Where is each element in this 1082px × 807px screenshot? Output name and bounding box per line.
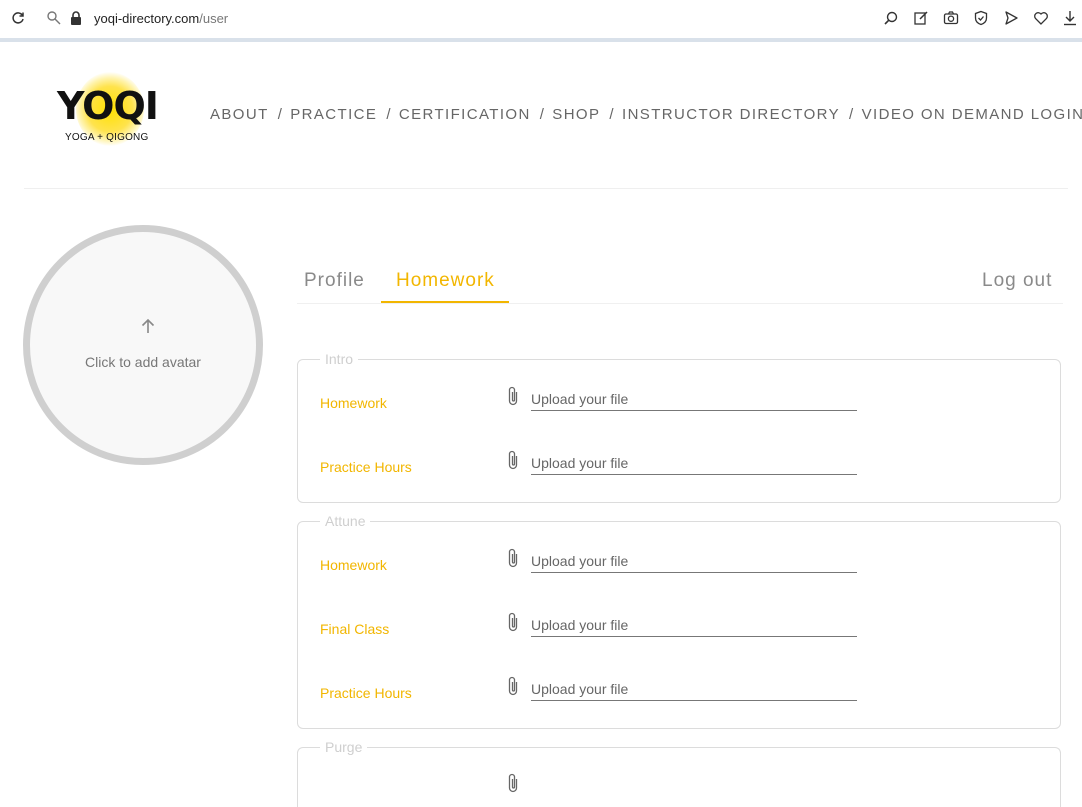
tab-profile[interactable]: Profile bbox=[304, 270, 365, 292]
avatar-label: Click to add avatar bbox=[85, 354, 201, 370]
file-upload-input[interactable] bbox=[531, 387, 857, 411]
nav-separator: / bbox=[539, 106, 546, 123]
address-bar[interactable]: yoqi-directory.com/user bbox=[94, 11, 228, 26]
upload-row: Final Class bbox=[298, 611, 1060, 643]
upload-label: Homework bbox=[320, 395, 387, 411]
file-upload-input[interactable] bbox=[531, 549, 857, 573]
nav-item-video-on-demand-login[interactable]: VIDEO ON DEMAND LOGIN bbox=[862, 106, 1082, 123]
nav-item-certification[interactable]: CERTIFICATION bbox=[399, 106, 531, 123]
paperclip-icon[interactable] bbox=[506, 449, 520, 471]
upload-row: Practice Hours bbox=[298, 675, 1060, 707]
upload-label: Practice Hours bbox=[320, 459, 412, 475]
shield-icon[interactable] bbox=[973, 10, 989, 26]
group-legend: Purge bbox=[320, 739, 368, 755]
nav-separator: / bbox=[849, 106, 855, 123]
paperclip-icon[interactable] bbox=[506, 772, 520, 794]
upload-label: Final Class bbox=[320, 621, 390, 637]
nav-separator: / bbox=[386, 106, 392, 123]
lock-icon[interactable] bbox=[68, 10, 84, 26]
nav-item-instructor-directory[interactable]: INSTRUCTOR DIRECTORY bbox=[622, 106, 840, 123]
file-upload-input[interactable] bbox=[531, 613, 857, 637]
paperclip-icon[interactable] bbox=[506, 547, 520, 569]
camera-icon[interactable] bbox=[943, 10, 959, 26]
edit-icon[interactable] bbox=[913, 10, 929, 26]
file-upload-input[interactable] bbox=[531, 451, 857, 475]
main-nav: ABOUT / PRACTICE / CERTIFICATION / SHOP … bbox=[210, 106, 1082, 123]
url-host: yoqi-directory.com bbox=[94, 11, 200, 26]
header-divider bbox=[24, 188, 1068, 189]
upload-label: Homework bbox=[320, 557, 387, 573]
logout-button[interactable]: Log out bbox=[982, 270, 1052, 292]
nav-item-about[interactable]: ABOUT bbox=[210, 106, 269, 123]
upload-row: Homework bbox=[298, 547, 1060, 579]
upload-row: Homework bbox=[298, 385, 1060, 417]
paperclip-icon[interactable] bbox=[506, 611, 520, 633]
tab-homework[interactable]: Homework bbox=[396, 270, 495, 292]
upload-row: Practice Hours bbox=[298, 449, 1060, 481]
group-legend: Attune bbox=[320, 513, 371, 529]
homework-group-attune: Attune Homework Final Class Practice Hou… bbox=[297, 513, 1061, 729]
browser-toolbar: yoqi-directory.com/user bbox=[0, 0, 1082, 38]
toolbar-divider bbox=[0, 38, 1082, 42]
site-logo[interactable]: YOQI YOGA + QIGONG bbox=[52, 70, 162, 150]
nav-item-shop[interactable]: SHOP bbox=[552, 106, 600, 123]
homework-group-intro: Intro Homework Practice Hours bbox=[297, 351, 1061, 503]
arrow-up-icon bbox=[140, 318, 156, 334]
nav-separator: / bbox=[277, 106, 284, 123]
file-upload-input[interactable] bbox=[531, 677, 857, 701]
avatar-upload[interactable]: Click to add avatar bbox=[23, 225, 263, 465]
nav-item-practice[interactable]: PRACTICE bbox=[290, 106, 377, 123]
homework-group-purge: Purge bbox=[297, 739, 1061, 807]
group-legend: Intro bbox=[320, 351, 359, 367]
url-path: /user bbox=[199, 11, 229, 26]
download-icon[interactable] bbox=[1062, 10, 1078, 26]
paperclip-icon[interactable] bbox=[506, 675, 520, 697]
send-icon[interactable] bbox=[1003, 10, 1019, 26]
logo-wordmark: YOQI bbox=[57, 84, 159, 128]
reload-icon[interactable] bbox=[10, 10, 26, 26]
tabs-divider bbox=[297, 303, 1063, 304]
find-icon[interactable] bbox=[883, 10, 899, 26]
nav-separator: / bbox=[609, 106, 615, 123]
upload-label: Practice Hours bbox=[320, 685, 412, 701]
logo-tagline: YOGA + QIGONG bbox=[65, 132, 149, 143]
paperclip-icon[interactable] bbox=[506, 385, 520, 407]
site-search-icon[interactable] bbox=[46, 10, 62, 26]
heart-icon[interactable] bbox=[1033, 10, 1049, 26]
